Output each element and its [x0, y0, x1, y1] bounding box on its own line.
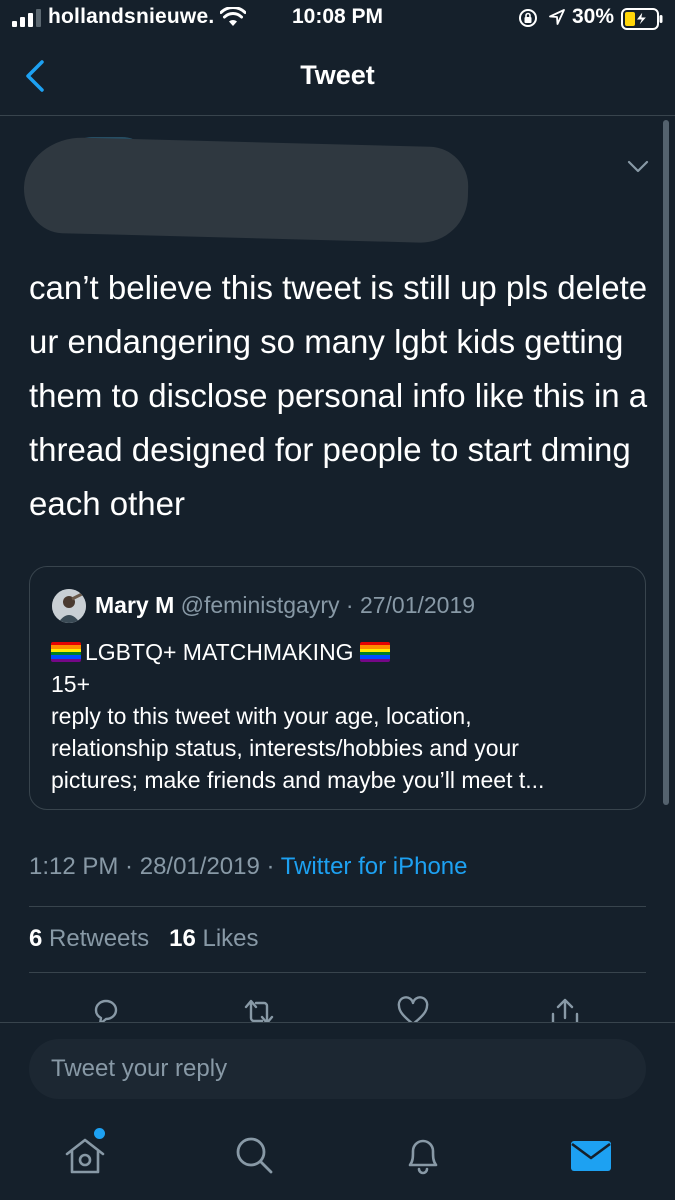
- meta-separator: ·: [259, 853, 281, 880]
- scroll-indicator[interactable]: [663, 120, 669, 805]
- quoted-author-name: Mary M: [95, 592, 175, 618]
- home-icon[interactable]: [62, 1132, 108, 1178]
- reply-icon[interactable]: [88, 994, 124, 1022]
- rainbow-flag-icon: [359, 642, 390, 662]
- retweet-icon[interactable]: [241, 994, 277, 1022]
- meta-separator: ·: [118, 853, 140, 880]
- tweet-stats: 6 Retweets 16 Likes: [29, 925, 259, 953]
- retweets-stat[interactable]: 6 Retweets: [29, 925, 149, 952]
- quoted-separator: ·: [339, 592, 360, 618]
- quoted-tweet-header: Mary M @feministgayry · 27/01/2019: [95, 592, 475, 619]
- like-heart-icon[interactable]: [395, 994, 431, 1022]
- navigation-header: Tweet: [0, 40, 675, 116]
- likes-count: 16: [169, 925, 196, 952]
- quoted-tweet-body: LGBTQ+ MATCHMAKING 15+ reply to this twe…: [51, 636, 631, 796]
- rainbow-flag-icon: [51, 642, 81, 662]
- messages-icon[interactable]: [568, 1132, 614, 1178]
- retweets-count: 6: [29, 925, 43, 952]
- share-icon[interactable]: [547, 994, 583, 1022]
- tweet-source-link[interactable]: Twitter for iPhone: [281, 853, 468, 880]
- tweet-text: can’t believe this tweet is still up pls…: [29, 269, 657, 522]
- chevron-down-icon[interactable]: [622, 150, 654, 182]
- reply-input[interactable]: [29, 1039, 646, 1099]
- orientation-lock-icon: [519, 9, 537, 27]
- battery-percent: 30%: [572, 5, 615, 28]
- quoted-tweet-card[interactable]: Mary M @feministgayry · 27/01/2019 LGBTQ…: [29, 566, 646, 810]
- tweet-time: 1:12 PM: [29, 853, 119, 880]
- likes-stat[interactable]: 16 Likes: [169, 925, 258, 952]
- quoted-line-4: relationship status, interests/hobbies a…: [51, 735, 519, 761]
- tweet-actions: [0, 990, 675, 1022]
- tweet-date: 28/01/2019: [139, 853, 260, 880]
- notifications-icon[interactable]: [400, 1132, 446, 1178]
- quoted-title: LGBTQ+ MATCHMAKING: [85, 639, 354, 665]
- tweet-meta: 1:12 PM · 28/01/2019 · Twitter for iPhon…: [29, 853, 468, 881]
- quoted-date: 27/01/2019: [359, 592, 476, 618]
- reply-bar: [0, 1022, 675, 1112]
- quoted-line-2: 15+: [51, 671, 91, 697]
- page-title: Tweet: [300, 60, 375, 90]
- status-bar: hollandsnieuwe. 10:08 PM 30%: [0, 0, 675, 40]
- quoted-line-1: LGBTQ+ MATCHMAKING: [51, 636, 631, 668]
- divider: [29, 906, 646, 907]
- author-redaction: [22, 136, 470, 244]
- location-icon: [549, 9, 565, 25]
- retweets-label: Retweets: [49, 925, 150, 952]
- quoted-author-avatar: [52, 589, 86, 623]
- quoted-line-5: pictures; make friends and maybe you’ll …: [51, 767, 545, 793]
- search-icon[interactable]: [231, 1132, 277, 1178]
- quoted-author-handle: @feministgayry: [180, 592, 340, 618]
- tab-bar: [0, 1112, 675, 1200]
- likes-label: Likes: [202, 925, 259, 952]
- battery-charging-icon: [621, 8, 663, 30]
- quoted-line-3: reply to this tweet with your age, locat…: [51, 703, 472, 729]
- home-notification-dot: [94, 1128, 105, 1139]
- divider: [29, 972, 646, 973]
